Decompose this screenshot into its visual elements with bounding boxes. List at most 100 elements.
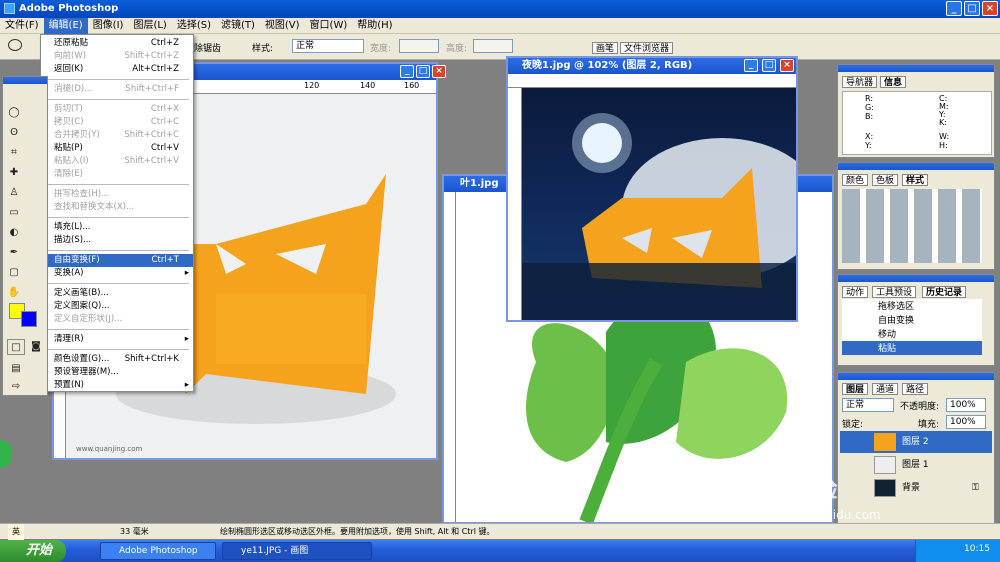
night-horizontal-ruler (508, 74, 796, 88)
night-maximize-button[interactable]: □ (762, 59, 776, 72)
menu-file[interactable]: 文件(F) (0, 18, 44, 34)
tab-tool-presets[interactable]: 工具预设 (872, 286, 917, 298)
menu-layer[interactable]: 图层(L) (128, 18, 171, 34)
app-title: Adobe Photoshop (19, 3, 119, 14)
background-color-swatch[interactable] (21, 311, 37, 327)
history-panel: 动作 工具预设 历史记录 拖移选区 自由变换 移动 粘贴 (837, 274, 995, 366)
ellipse-marquee-icon[interactable] (8, 39, 22, 51)
menu-item-copy-merged: 合并拷贝(Y) Shift+Ctrl+C (54, 130, 179, 140)
layer-row-background[interactable]: 背景 ⚿ (840, 477, 992, 499)
style-select[interactable]: 正常 (292, 39, 364, 53)
tab-info[interactable]: 信息 (880, 76, 907, 88)
anti-alias-label[interactable]: 除锯齿 (194, 41, 221, 54)
side-badge (0, 440, 12, 468)
menu-item-find-replace: 查找和替换文本(X)... (54, 202, 135, 212)
tab-layers[interactable]: 图层 (842, 383, 869, 395)
tab-styles[interactable]: 样式 (902, 174, 929, 186)
styles-panel: 颜色 色板 样式 (837, 162, 995, 270)
healing-tool-icon[interactable]: ✚ (5, 165, 23, 181)
menu-item-preset-manager[interactable]: 预设管理器(M)... (41, 366, 193, 379)
menu-item-paste-into: 粘贴入(I) Shift+Ctrl+V (54, 156, 179, 166)
menu-item-stroke[interactable]: 描边(S)... (41, 234, 193, 247)
close-button[interactable]: × (982, 1, 998, 16)
tab-paths[interactable]: 路径 (902, 383, 929, 395)
menu-edit[interactable]: 编辑(E) (43, 18, 88, 34)
ruler-label: 120 (304, 81, 320, 90)
menu-item-define-pattern[interactable]: 定义图案(Q)... (41, 300, 193, 313)
tab-actions[interactable]: 动作 (842, 286, 869, 298)
night-minimize-button[interactable]: _ (744, 59, 758, 72)
fill-input[interactable]: 100% (946, 415, 986, 429)
menu-item-undo-paste[interactable]: 还原粘贴 Ctrl+Z (41, 37, 193, 50)
taskbar-photoshop[interactable]: Adobe Photoshop (100, 542, 216, 560)
ime-indicator[interactable]: 英 (8, 524, 24, 540)
menu-window[interactable]: 窗口(W) (305, 18, 353, 34)
tab-file-browser[interactable]: 文件浏览器 (620, 42, 674, 54)
blur-tool-icon[interactable]: ◐ (5, 225, 23, 241)
menu-item-define-brush[interactable]: 定义画笔(B)... (41, 287, 193, 300)
baidu-site: jingyan.baidu.com (770, 508, 881, 522)
menu-image[interactable]: 图像(I) (88, 18, 129, 34)
night-close-button[interactable]: × (780, 59, 794, 72)
pen-tool-icon[interactable]: ✒ (5, 245, 23, 261)
tab-swatches[interactable]: 色板 (872, 174, 899, 186)
doc-close-button[interactable]: × (432, 65, 446, 78)
hand-tool-icon[interactable]: ✋ (5, 285, 23, 301)
menu-select[interactable]: 选择(S) (172, 18, 216, 34)
history-item-selected[interactable]: 粘贴 (842, 341, 982, 355)
marquee-tool-icon[interactable]: ◯ (5, 105, 23, 121)
menu-item-copy: 拷贝(C) Ctrl+C (54, 117, 179, 127)
stamp-tool-icon[interactable]: ♙ (5, 185, 23, 201)
tab-navigator[interactable]: 导航器 (842, 76, 878, 88)
menu-help[interactable]: 帮助(H) (352, 18, 397, 34)
history-list: 拖移选区 自由变换 移动 粘贴 (842, 299, 982, 355)
minimize-button[interactable]: _ (946, 1, 962, 16)
maximize-button[interactable]: □ (964, 1, 980, 16)
tab-channels[interactable]: 通道 (872, 383, 899, 395)
submenu-arrow-icon: ▸ (184, 380, 189, 390)
night-vertical-ruler (508, 88, 522, 320)
system-tray: 10:15 (915, 540, 1000, 562)
shape-tool-icon[interactable]: ▢ (5, 265, 23, 281)
layer-row-2[interactable]: 图层 2 (840, 431, 992, 453)
width-input[interactable] (399, 39, 439, 53)
tab-brush[interactable]: 画笔 (592, 42, 619, 54)
menu-item-purge[interactable]: 清理(R) ▸ (41, 333, 193, 346)
blend-mode-select[interactable]: 正常 (842, 398, 894, 412)
doc-minimize-button[interactable]: _ (400, 65, 414, 78)
menu-item-color-settings[interactable]: 颜色设置(G)... Shift+Ctrl+K (41, 353, 193, 366)
menu-item-free-transform[interactable]: 自由变换(F) Ctrl+T (41, 254, 193, 267)
clock[interactable]: 10:15 (964, 544, 990, 554)
canvas-night[interactable] (522, 88, 822, 320)
eraser-tool-icon[interactable]: ▭ (5, 205, 23, 221)
jump-to-imageready-icon[interactable]: ⇨ (7, 379, 25, 395)
opacity-input[interactable]: 100% (946, 398, 986, 412)
screen-mode-icon[interactable]: ▤ (7, 361, 25, 377)
menu-item-transform[interactable]: 变换(A) ▸ (41, 267, 193, 280)
menu-item-paste[interactable]: 粘贴(P) Ctrl+V (41, 142, 193, 155)
start-button[interactable]: 开始 (0, 540, 66, 562)
history-item[interactable]: 拖移选区 (878, 299, 914, 312)
lasso-tool-icon[interactable]: ʘ (5, 125, 23, 141)
styles-grid[interactable] (842, 189, 982, 263)
document-window-night[interactable]: 夜晚1.jpg @ 102% (图层 2, RGB) _ □ × (506, 56, 822, 322)
menu-view[interactable]: 视图(V) (260, 18, 305, 34)
status-hint: 绘制椭圆形选区或移动选区外框。要用附加选项，使用 Shift, Alt 和 Ct… (220, 527, 495, 536)
taskbar-paint[interactable]: ye11.JPG - 画图 (222, 542, 372, 560)
quickmask-off-icon[interactable]: □ (7, 339, 25, 355)
menu-filter[interactable]: 滤镜(T) (216, 18, 260, 34)
tab-history[interactable]: 历史记录 (922, 286, 967, 298)
doc-maximize-button[interactable]: □ (416, 65, 430, 78)
quickmask-on-icon[interactable]: ◙ (27, 339, 45, 355)
crop-tool-icon[interactable]: ⌗ (5, 145, 23, 161)
menu-item-fill[interactable]: 填充(L)... (41, 221, 193, 234)
menu-item-fade: 消褪(D)... Shift+Ctrl+F (54, 84, 179, 94)
height-input[interactable] (473, 39, 513, 53)
menu-item-step-backward[interactable]: 返回(K) Alt+Ctrl+Z (41, 63, 193, 76)
tab-color[interactable]: 颜色 (842, 174, 869, 186)
history-item[interactable]: 移动 (878, 327, 896, 340)
menu-item-preferences[interactable]: 预置(N) ▸ (41, 379, 193, 391)
history-item[interactable]: 自由变换 (878, 313, 914, 326)
zoom-field[interactable]: 33 毫米 (120, 524, 149, 540)
layer-row-1[interactable]: 图层 1 (840, 454, 992, 476)
